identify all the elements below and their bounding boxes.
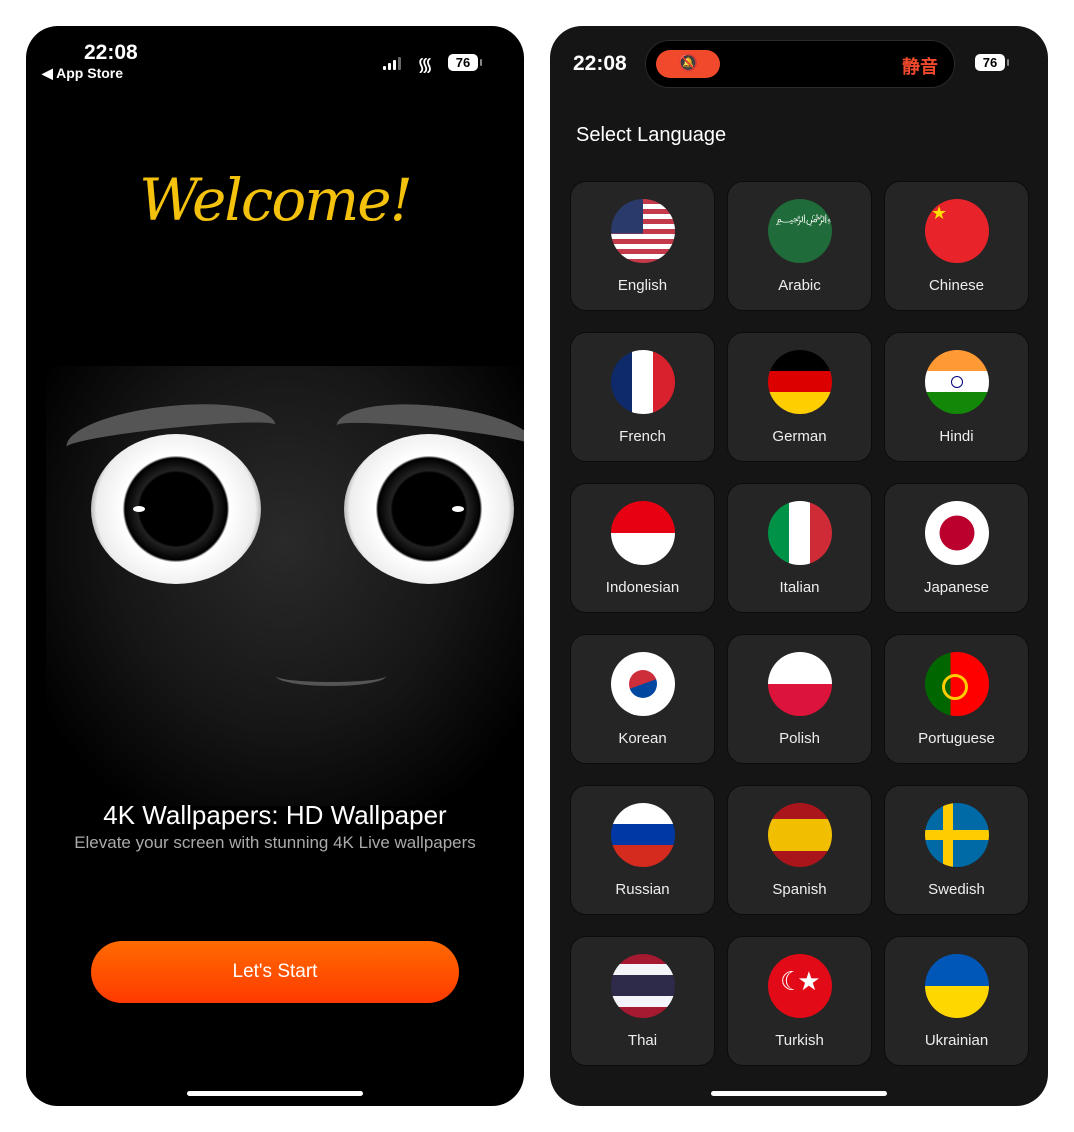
- welcome-screen: 22:08 ◀ App Store ᯾ 76 Welcome! 4K Wallp…: [26, 26, 524, 1106]
- language-label: Russian: [615, 881, 670, 898]
- language-label: Arabic: [778, 277, 821, 294]
- language-option-hindi[interactable]: Hindi: [884, 332, 1029, 462]
- status-time: 22:08: [84, 41, 138, 64]
- italy-flag-icon: [768, 501, 832, 565]
- language-option-russian[interactable]: Russian: [570, 785, 715, 915]
- language-screen: 22:08 🔕 静音 76 Select Language English Ara…: [550, 26, 1048, 1106]
- language-label: Turkish: [775, 1032, 824, 1049]
- korea-flag-icon: [611, 652, 675, 716]
- language-option-spanish[interactable]: Spanish: [727, 785, 872, 915]
- russia-flag-icon: [611, 803, 675, 867]
- indonesia-flag-icon: [611, 501, 675, 565]
- language-option-french[interactable]: French: [570, 332, 715, 462]
- left-eye: [91, 434, 261, 584]
- language-label: Korean: [618, 730, 667, 747]
- china-flag-icon: [925, 199, 989, 263]
- right-eye: [344, 434, 514, 584]
- app-title: 4K Wallpapers: HD Wallpaper: [103, 800, 447, 830]
- germany-flag-icon: [768, 350, 832, 414]
- language-option-turkish[interactable]: Turkish: [727, 936, 872, 1066]
- signal-icon: [383, 56, 401, 70]
- language-label: Japanese: [923, 579, 990, 596]
- language-label: Swedish: [928, 881, 985, 898]
- india-flag-icon: [925, 350, 989, 414]
- home-indicator[interactable]: [187, 1091, 363, 1096]
- language-label: German: [772, 428, 827, 445]
- dynamic-island: 🔕 静音: [645, 40, 955, 88]
- poland-flag-icon: [768, 652, 832, 716]
- portugal-flag-icon: [925, 652, 989, 716]
- language-option-portuguese[interactable]: Portuguese: [884, 634, 1029, 764]
- language-grid: English Arabic Chinese French German Hindi Ind…: [570, 181, 1029, 1066]
- home-indicator[interactable]: [711, 1091, 887, 1096]
- welcome-heading: Welcome!: [139, 166, 413, 234]
- spain-flag-icon: [768, 803, 832, 867]
- language-option-italian[interactable]: Italian: [727, 483, 872, 613]
- language-option-chinese[interactable]: Chinese: [884, 181, 1029, 311]
- saudi-flag-icon: [768, 199, 832, 263]
- language-label: Hindi: [939, 428, 974, 445]
- language-option-swedish[interactable]: Swedish: [884, 785, 1029, 915]
- language-label: Indonesian: [605, 579, 680, 596]
- language-label: Ukrainian: [924, 1032, 989, 1049]
- sweden-flag-icon: [925, 803, 989, 867]
- language-option-ukrainian[interactable]: Ukrainian: [884, 936, 1029, 1066]
- language-option-english[interactable]: English: [570, 181, 715, 311]
- language-label: Thai: [627, 1032, 658, 1049]
- battery-icon: 76: [975, 54, 1009, 71]
- language-label: Italian: [779, 579, 820, 596]
- japan-flag-icon: [925, 501, 989, 565]
- app-subtitle: Elevate your screen with stunning 4K Liv…: [74, 833, 476, 852]
- language-option-japanese[interactable]: Japanese: [884, 483, 1029, 613]
- us-flag-icon: [611, 199, 675, 263]
- thailand-flag-icon: [611, 954, 675, 1018]
- language-option-korean[interactable]: Korean: [570, 634, 715, 764]
- language-option-polish[interactable]: Polish: [727, 634, 872, 764]
- mute-bell-icon: 🔕: [656, 50, 720, 78]
- language-option-indonesian[interactable]: Indonesian: [570, 483, 715, 613]
- language-option-arabic[interactable]: Arabic: [727, 181, 872, 311]
- page-title: Select Language: [576, 124, 727, 146]
- lets-start-button[interactable]: Let's Start: [91, 941, 459, 1003]
- language-label: Portuguese: [918, 730, 995, 747]
- language-option-thai[interactable]: Thai: [570, 936, 715, 1066]
- status-time: 22:08: [573, 52, 627, 75]
- ukraine-flag-icon: [925, 954, 989, 1018]
- language-label: French: [619, 428, 666, 445]
- silent-label: 静音: [902, 57, 938, 77]
- language-label: Polish: [779, 730, 820, 747]
- language-label: Chinese: [928, 277, 985, 294]
- france-flag-icon: [611, 350, 675, 414]
- language-label: Spanish: [772, 881, 827, 898]
- wifi-icon: ᯾: [417, 55, 434, 76]
- language-label: English: [617, 277, 668, 294]
- turkey-flag-icon: [768, 954, 832, 1018]
- language-option-german[interactable]: German: [727, 332, 872, 462]
- battery-icon: 76: [448, 54, 482, 71]
- back-to-app-store[interactable]: ◀ App Store: [42, 65, 123, 82]
- character-face-image: [46, 366, 524, 806]
